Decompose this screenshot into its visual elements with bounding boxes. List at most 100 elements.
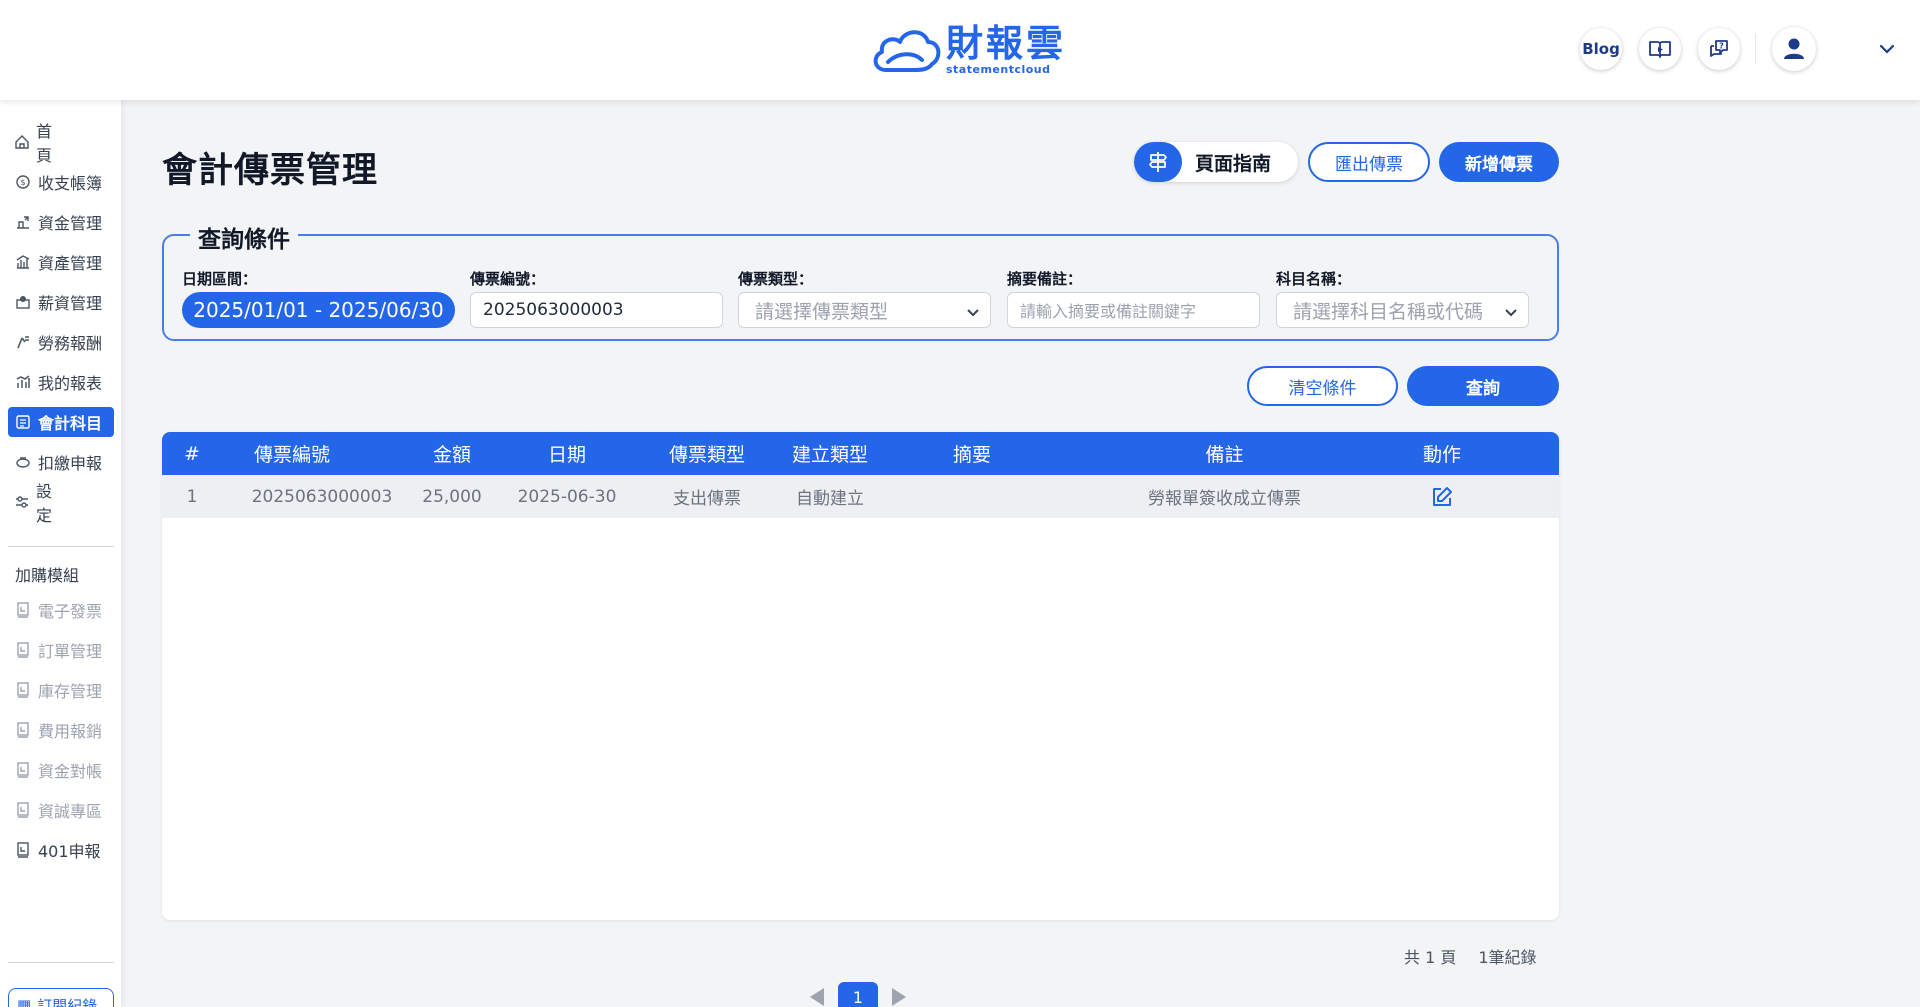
help-bubble-icon: ? bbox=[1710, 40, 1728, 57]
sidebar-item-funds[interactable]: 資金管理 bbox=[8, 207, 114, 237]
column-header-summary: 摘要 bbox=[952, 444, 991, 466]
asset-icon bbox=[14, 253, 32, 271]
memo-label: 摘要備註： bbox=[1007, 270, 1083, 288]
fund-icon bbox=[14, 213, 32, 231]
search-button[interactable]: 查詢 bbox=[1407, 366, 1559, 406]
sidebar-divider bbox=[8, 962, 114, 963]
sidebar-item-accounts[interactable]: 會計科目 bbox=[8, 407, 114, 437]
sidebar-item-label: 扣繳申報 bbox=[38, 454, 103, 473]
module-icon bbox=[14, 601, 32, 619]
sidebar-addon-401[interactable]: 401申報 bbox=[8, 835, 114, 865]
sidebar-addon-expenses[interactable]: 費用報銷 bbox=[8, 715, 114, 745]
total-pages: 共 1 頁 bbox=[1404, 948, 1457, 967]
account-name-placeholder: 請選擇科目名稱或代碼 bbox=[1293, 300, 1484, 323]
voucher-type-label: 傳票類型： bbox=[738, 270, 814, 288]
cell-voucher-no: 2025063000003 bbox=[251, 486, 393, 507]
column-header-action: 動作 bbox=[1422, 444, 1461, 466]
sidebar-item-home[interactable]: 首 頁 bbox=[8, 122, 114, 165]
add-voucher-button[interactable]: 新增傳票 bbox=[1439, 142, 1559, 182]
pagination: 1 bbox=[810, 982, 906, 1007]
page-guide-button[interactable]: 頁面指南 bbox=[1134, 142, 1298, 182]
export-voucher-button[interactable]: 匯出傳票 bbox=[1308, 142, 1430, 182]
sidebar-addon-inventory[interactable]: 庫存管理 bbox=[8, 675, 114, 705]
payroll-icon bbox=[14, 293, 32, 311]
sidebar-item-reports[interactable]: 我的報表 bbox=[8, 367, 114, 397]
module-icon bbox=[14, 841, 32, 859]
edit-voucher-button[interactable] bbox=[1402, 475, 1482, 518]
brand-subtitle: statementcloud bbox=[946, 63, 1051, 76]
query-conditions-legend: 查詢條件 bbox=[190, 220, 298, 254]
account-name-select[interactable]: 請選擇科目名稱或代碼 bbox=[1276, 292, 1529, 328]
edit-icon bbox=[1433, 486, 1452, 506]
tax-icon bbox=[14, 453, 32, 471]
voucher-number-value: 2025063000003 bbox=[483, 300, 624, 320]
prev-page-icon[interactable] bbox=[810, 988, 824, 1006]
sidebar-item-withholding[interactable]: 扣繳申報 bbox=[8, 447, 114, 477]
sidebar-item-label: 收支帳簿 bbox=[38, 174, 103, 193]
sidebar-item-label: 會計科目 bbox=[38, 414, 103, 433]
date-range-picker[interactable]: 2025/01/01 - 2025/06/30 bbox=[182, 292, 455, 328]
cell-note: 勞報單簽收成立傳票 bbox=[1148, 489, 1301, 509]
sidebar-item-label: 訂單管理 bbox=[38, 642, 103, 661]
clear-conditions-button[interactable]: 清空條件 bbox=[1247, 366, 1398, 406]
total-records: 1筆紀錄 bbox=[1478, 948, 1537, 967]
export-voucher-label: 匯出傳票 bbox=[1335, 154, 1403, 175]
subscription-record-button[interactable]: ▦ 訂閱紀錄 bbox=[8, 988, 114, 1007]
page-number-current[interactable]: 1 bbox=[838, 982, 878, 1007]
cell-voucher-type: 支出傳票 bbox=[673, 489, 741, 509]
add-voucher-label: 新增傳票 bbox=[1465, 154, 1533, 175]
settings-icon bbox=[14, 493, 30, 511]
sidebar-addon-pwc[interactable]: 資誠專區 bbox=[8, 795, 114, 825]
memo-placeholder: 請輸入摘要或備註關鍵字 bbox=[1020, 302, 1197, 321]
user-avatar-icon bbox=[1784, 38, 1804, 59]
clear-conditions-label: 清空條件 bbox=[1288, 378, 1357, 399]
sidebar-item-payroll[interactable]: 薪資管理 bbox=[8, 287, 114, 317]
sidebar-item-label: 資金管理 bbox=[38, 214, 103, 233]
money-icon: $ bbox=[14, 173, 32, 191]
module-icon bbox=[14, 761, 32, 779]
voucher-type-select[interactable]: 請選擇傳票類型 bbox=[738, 292, 991, 328]
account-menu-toggle[interactable] bbox=[1876, 38, 1898, 60]
sidebar-item-label: 庫存管理 bbox=[38, 682, 103, 701]
cell-index: 1 bbox=[186, 486, 198, 507]
help-button[interactable]: ? bbox=[1698, 28, 1740, 70]
column-header-voucher-no: 傳票編號 bbox=[253, 444, 330, 466]
guide-book-icon bbox=[1649, 41, 1671, 58]
voucher-number-input[interactable]: 2025063000003 bbox=[470, 292, 723, 328]
sidebar-item-label: 勞務報酬 bbox=[38, 334, 103, 353]
memo-input[interactable]: 請輸入摘要或備註關鍵字 bbox=[1007, 292, 1260, 328]
sidebar-addon-einvoice[interactable]: 電子發票 bbox=[8, 595, 114, 625]
addon-heading: 加購模組 bbox=[15, 566, 80, 585]
cell-date: 2025-06-30 bbox=[517, 486, 617, 507]
cell-amount: 25,000 bbox=[422, 486, 482, 507]
sidebar-item-label: 資金對帳 bbox=[38, 762, 103, 781]
column-header-voucher-type: 傳票類型 bbox=[668, 444, 745, 466]
guide-book-button[interactable] bbox=[1639, 28, 1681, 70]
sidebar-addon-reconcile[interactable]: 資金對帳 bbox=[8, 755, 114, 785]
sidebar-item-assets[interactable]: 資產管理 bbox=[8, 247, 114, 277]
cell-summary bbox=[922, 475, 1022, 518]
column-header-amount: 金額 bbox=[432, 444, 471, 466]
chevron-down-icon bbox=[966, 302, 980, 324]
header-divider bbox=[1755, 34, 1756, 64]
cloud-logo-icon bbox=[873, 30, 941, 72]
voucher-table: # 傳票編號 金額 日期 傳票類型 建立類型 摘要 備註 動作 1 202506… bbox=[162, 432, 1559, 920]
home-icon bbox=[14, 133, 30, 151]
sidebar-item-ledger-book[interactable]: $ 收支帳簿 bbox=[8, 167, 114, 197]
user-avatar-button[interactable] bbox=[1772, 27, 1816, 71]
module-icon bbox=[14, 801, 32, 819]
table-row[interactable]: 1 2025063000003 25,000 2025-06-30 支出傳票 自… bbox=[162, 475, 1559, 518]
sidebar-item-label: 設 定 bbox=[36, 482, 129, 525]
sidebar-item-label: 電子發票 bbox=[38, 602, 103, 621]
sidebar-item-label: 首 頁 bbox=[36, 122, 129, 165]
sidebar-item-label: 費用報銷 bbox=[38, 722, 103, 741]
column-header-date: 日期 bbox=[547, 444, 586, 466]
blog-button[interactable]: Blog bbox=[1580, 28, 1622, 70]
svg-text:?: ? bbox=[1719, 42, 1724, 51]
sidebar-item-settings[interactable]: 設 定 bbox=[8, 482, 114, 525]
sidebar-item-labor[interactable]: 勞務報酬 bbox=[8, 327, 114, 357]
next-page-icon[interactable] bbox=[892, 988, 906, 1006]
sidebar-item-label: 資產管理 bbox=[38, 254, 103, 273]
brand-logo[interactable]: 財報雲 statementcloud bbox=[868, 22, 1066, 78]
sidebar-addon-orders[interactable]: 訂單管理 bbox=[8, 635, 114, 665]
